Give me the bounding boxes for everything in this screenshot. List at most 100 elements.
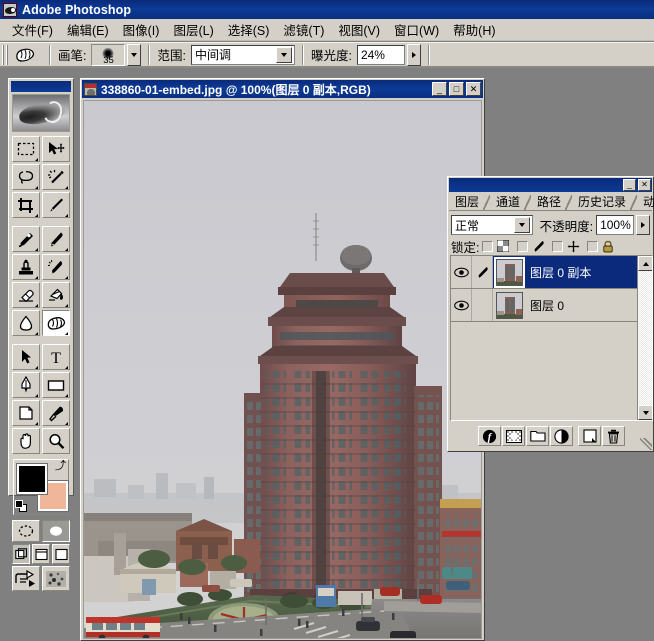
toolbox-titlebar[interactable] bbox=[11, 81, 71, 92]
app-titlebar[interactable]: Adobe Photoshop bbox=[0, 0, 654, 19]
svg-text:T: T bbox=[51, 350, 61, 365]
full-screen-menubar-mode-icon[interactable] bbox=[32, 544, 50, 564]
canvas-area[interactable] bbox=[83, 100, 482, 639]
document-titlebar[interactable]: 338860-01-embed.jpg @ 100%(图层 0 副本,RGB) … bbox=[82, 80, 483, 98]
layers-palette-titlebar[interactable]: _ ✕ bbox=[449, 178, 652, 192]
layer-brush-indicator-empty[interactable] bbox=[472, 289, 493, 321]
layer-thumbnail[interactable] bbox=[494, 256, 525, 288]
gradient-tool[interactable] bbox=[42, 282, 70, 308]
dodge-tool[interactable] bbox=[42, 310, 70, 336]
layer-visibility-toggle[interactable] bbox=[451, 256, 472, 288]
blend-mode-select[interactable]: 正常 bbox=[451, 215, 533, 235]
swap-colors-icon[interactable]: ⤴ bbox=[55, 461, 66, 472]
lock-all-checkbox[interactable] bbox=[587, 240, 599, 252]
foreground-color-swatch[interactable] bbox=[16, 463, 48, 495]
rectangular-marquee-tool[interactable] bbox=[12, 136, 40, 162]
hand-tool[interactable] bbox=[12, 428, 40, 454]
magic-wand-tool[interactable] bbox=[42, 164, 70, 190]
default-colors-icon[interactable] bbox=[15, 500, 28, 513]
notes-tool[interactable] bbox=[12, 400, 40, 426]
menu-filter[interactable]: 滤镜(T) bbox=[276, 18, 331, 42]
range-select[interactable]: 中间调 bbox=[190, 44, 295, 65]
menu-help[interactable]: 帮助(H) bbox=[446, 18, 502, 42]
eyedropper-tool[interactable] bbox=[42, 400, 70, 426]
history-brush-tool[interactable] bbox=[42, 254, 70, 280]
toolbox-palette: T ⤴ bbox=[8, 78, 74, 591]
slice-tool[interactable] bbox=[42, 192, 70, 218]
tab-paths[interactable]: 路径 bbox=[531, 194, 565, 210]
standard-mode-icon[interactable] bbox=[12, 520, 40, 542]
tab-channels[interactable]: 通道 bbox=[490, 194, 524, 210]
lock-position-checkbox[interactable] bbox=[552, 240, 564, 252]
close-button[interactable]: ✕ bbox=[466, 82, 481, 96]
layer-name[interactable]: 图层 0 副本 bbox=[530, 264, 591, 281]
layer-mask-button[interactable] bbox=[502, 426, 525, 446]
menu-edit[interactable]: 编辑(E) bbox=[60, 18, 116, 42]
menu-select[interactable]: 选择(S) bbox=[221, 18, 277, 42]
table-row[interactable]: 图层 0 bbox=[451, 289, 652, 322]
palette-close-button[interactable]: ✕ bbox=[638, 179, 651, 191]
menu-image[interactable]: 图像(I) bbox=[116, 18, 167, 42]
full-screen-mode-icon[interactable] bbox=[52, 544, 70, 564]
new-layer-button[interactable] bbox=[578, 426, 601, 446]
tab-actions[interactable]: 动作 bbox=[637, 194, 654, 210]
range-dropdown-arrow-icon[interactable] bbox=[275, 46, 292, 63]
table-row[interactable]: 图层 0 副本 bbox=[451, 256, 652, 289]
move-tool[interactable] bbox=[42, 136, 70, 162]
rectangle-shape-tool[interactable] bbox=[42, 372, 70, 398]
exposure-input[interactable]: 24% bbox=[356, 44, 405, 65]
lock-transparency-checkbox[interactable] bbox=[482, 240, 494, 252]
opacity-input[interactable]: 100% bbox=[596, 215, 635, 235]
jump-to-imageready-icon[interactable] bbox=[12, 566, 40, 591]
lock-label: 锁定: bbox=[451, 240, 480, 255]
brush-tool[interactable] bbox=[42, 226, 70, 252]
delete-layer-button[interactable] bbox=[602, 426, 625, 446]
lasso-tool[interactable] bbox=[12, 164, 40, 190]
brush-preset-preview[interactable]: 35 bbox=[91, 43, 126, 66]
path-selection-tool[interactable] bbox=[12, 344, 40, 370]
quick-mask-mode-icon[interactable] bbox=[42, 520, 70, 542]
menu-file[interactable]: 文件(F) bbox=[5, 18, 60, 42]
stamp-tool[interactable] bbox=[12, 254, 40, 280]
zoom-tool[interactable] bbox=[42, 428, 70, 454]
new-group-button[interactable] bbox=[526, 426, 549, 446]
layer-visibility-toggle[interactable] bbox=[451, 289, 472, 321]
exposure-slider-button[interactable] bbox=[406, 43, 421, 66]
menu-layer[interactable]: 图层(L) bbox=[166, 18, 220, 42]
brush-preset-dropdown-button[interactable] bbox=[127, 43, 142, 66]
new-adjustment-layer-button[interactable] bbox=[550, 426, 573, 446]
layers-scrollbar[interactable] bbox=[637, 256, 652, 420]
layer-thumbnail[interactable] bbox=[496, 291, 523, 319]
options-bar-grip[interactable] bbox=[2, 44, 9, 65]
blur-tool[interactable] bbox=[12, 310, 40, 336]
layers-list[interactable]: 图层 0 副本 图层 0 bbox=[450, 255, 653, 421]
palette-minimize-button[interactable]: _ bbox=[623, 179, 636, 191]
photoshop-feather-logo bbox=[12, 94, 70, 132]
jump-to-group bbox=[11, 565, 71, 592]
checker-square-icon bbox=[496, 240, 510, 253]
palette-resize-grip[interactable] bbox=[640, 438, 652, 450]
jump-to-other-icon[interactable] bbox=[42, 566, 70, 591]
menu-view[interactable]: 视图(V) bbox=[331, 18, 387, 42]
crop-tool[interactable] bbox=[12, 192, 40, 218]
scroll-up-arrow-icon[interactable] bbox=[638, 256, 652, 271]
healing-brush-tool[interactable] bbox=[12, 226, 40, 252]
blend-mode-dropdown-arrow-icon[interactable] bbox=[513, 217, 530, 233]
eraser-tool[interactable] bbox=[12, 282, 40, 308]
pen-tool[interactable] bbox=[12, 372, 40, 398]
layer-active-brush-indicator[interactable] bbox=[472, 256, 493, 288]
tab-history[interactable]: 历史记录 bbox=[572, 194, 630, 210]
dodge-tool-icon[interactable] bbox=[12, 44, 38, 66]
scroll-down-arrow-icon[interactable] bbox=[638, 405, 652, 420]
standard-screen-mode-icon[interactable] bbox=[12, 544, 30, 564]
menu-window[interactable]: 窗口(W) bbox=[387, 18, 446, 42]
layer-name[interactable]: 图层 0 bbox=[530, 297, 564, 314]
lock-image-checkbox[interactable] bbox=[517, 240, 529, 252]
opacity-slider-button[interactable] bbox=[636, 215, 650, 235]
opacity-label: 不透明度: bbox=[539, 219, 594, 234]
type-tool[interactable]: T bbox=[42, 344, 70, 370]
minimize-button[interactable]: _ bbox=[432, 82, 447, 96]
layer-style-button[interactable]: f bbox=[478, 426, 501, 446]
tab-layers[interactable]: 图层 bbox=[449, 194, 484, 210]
maximize-button[interactable]: □ bbox=[449, 82, 464, 96]
